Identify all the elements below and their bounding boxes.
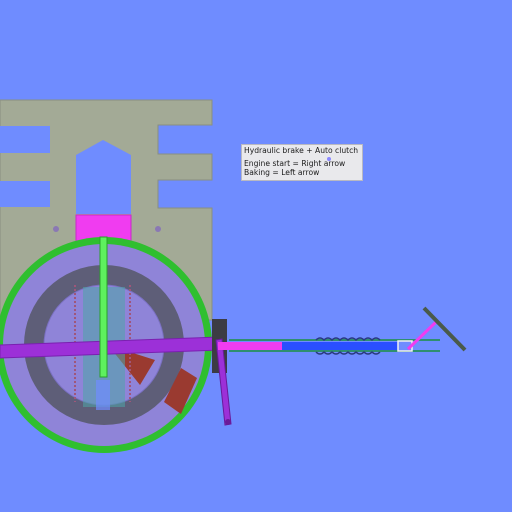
hydraulic-piston-blue	[282, 342, 398, 350]
hydraulic-piston-pink	[218, 342, 282, 350]
cursor-dot	[327, 157, 331, 161]
game-scene[interactable]	[0, 0, 512, 512]
instructions-title: Hydraulic brake + Auto clutch	[244, 146, 359, 155]
instructions-panel: Hydraulic brake + Auto clutch Engine sta…	[241, 144, 363, 181]
instructions-engine-start: Engine start = Right arrow	[244, 159, 346, 168]
instructions-braking: Baking = Left arrow	[244, 168, 320, 177]
green-connecting-rod	[99, 236, 108, 378]
pedal-link	[406, 320, 438, 351]
brake-lever[interactable]	[215, 338, 232, 426]
